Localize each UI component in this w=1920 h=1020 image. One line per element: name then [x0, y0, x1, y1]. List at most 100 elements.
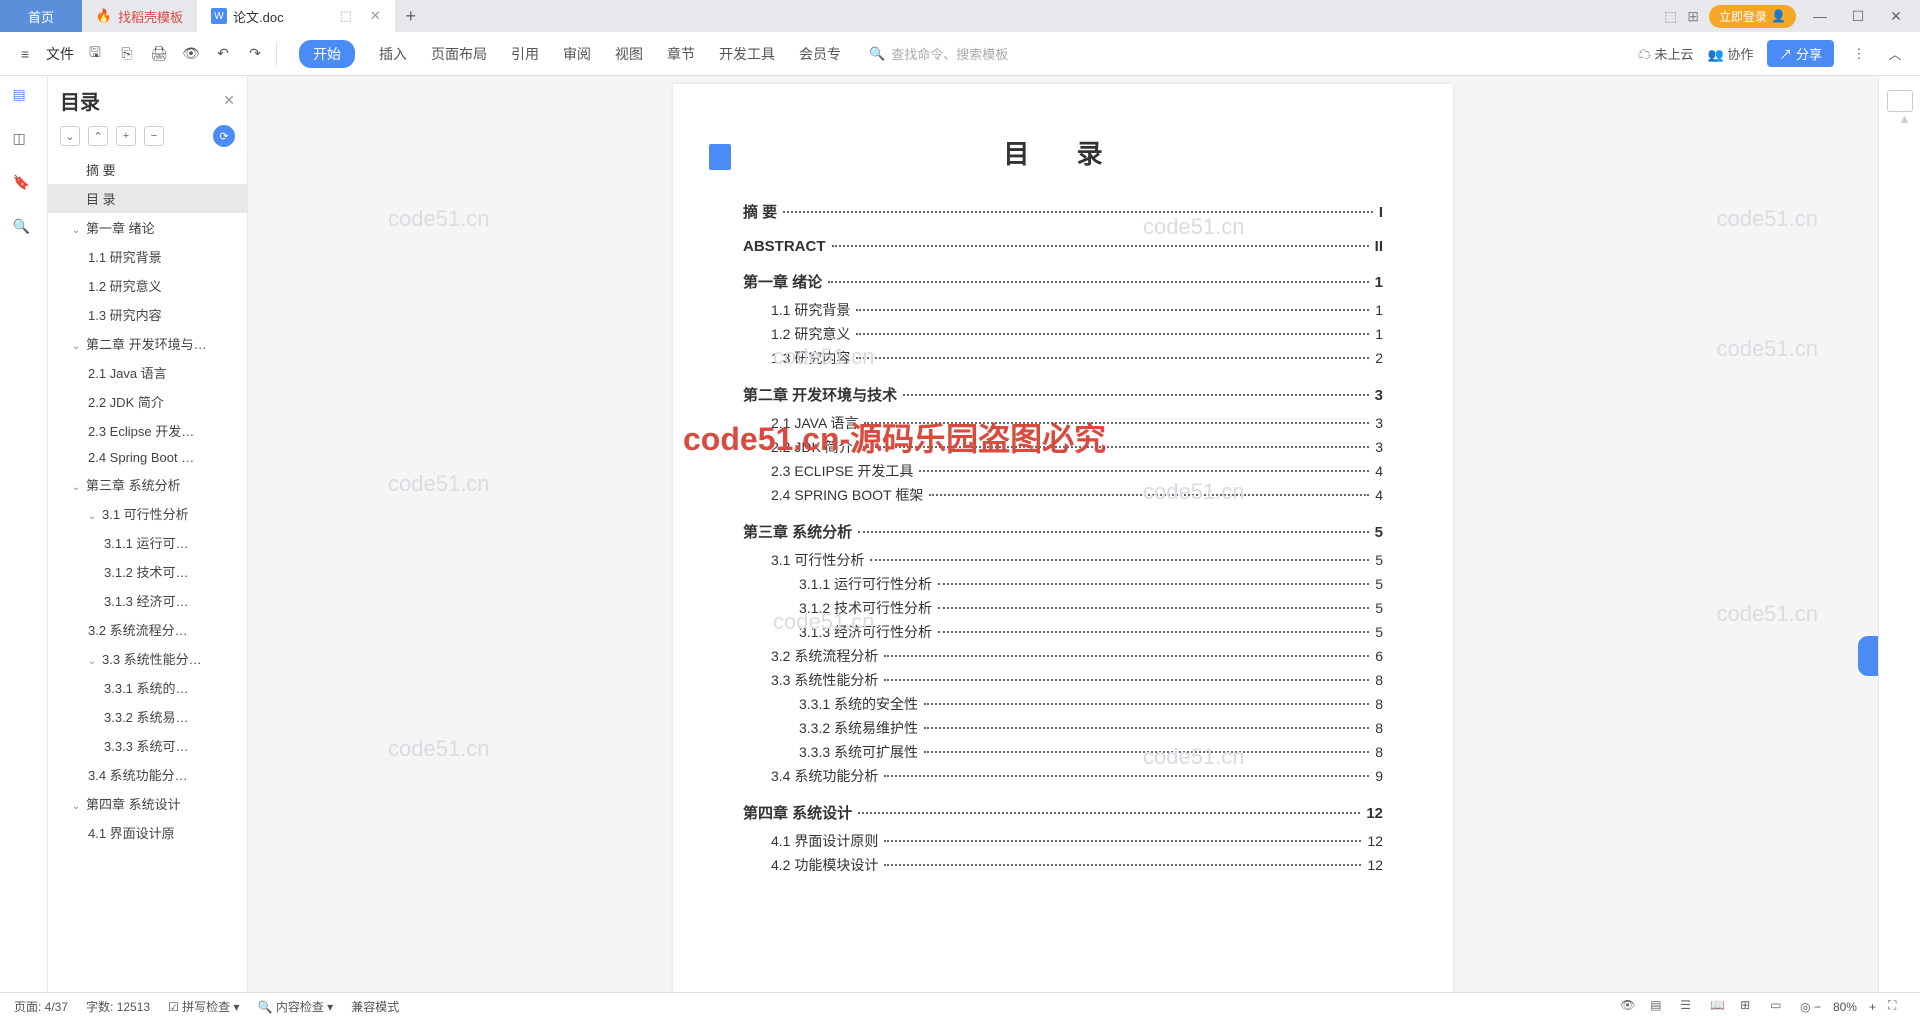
search-icon[interactable]: 🔍 — [13, 218, 35, 240]
outline-item[interactable]: 2.2 JDK 简介 — [48, 387, 247, 416]
more-icon[interactable]: ⋮ — [1848, 43, 1870, 65]
outline-item[interactable]: 3.1.3 经济可… — [48, 586, 247, 615]
view-web-icon[interactable]: ⊞ — [1740, 998, 1758, 1016]
properties-icon[interactable] — [1887, 90, 1913, 112]
zoom-level[interactable]: 80% — [1833, 1000, 1857, 1014]
view-print-icon[interactable]: ▭ — [1770, 998, 1788, 1016]
outline-tools: ⌄ ⌃ + − ⟳ — [48, 125, 247, 155]
preview-icon[interactable]: 👁 — [180, 43, 202, 65]
view-outline-icon[interactable]: ☰ — [1680, 998, 1698, 1016]
ribbon-tab[interactable]: 审阅 — [563, 40, 591, 68]
outline-item[interactable]: 4.1 界面设计原 — [48, 818, 247, 847]
nav-icon[interactable]: ◫ — [13, 130, 35, 152]
bookmark-icon[interactable]: 🔖 — [13, 174, 35, 196]
share-button[interactable]: ↗ 分享 — [1767, 40, 1834, 67]
outline-item[interactable]: 3.3.3 系统可… — [48, 731, 247, 760]
ribbon-tab[interactable]: 开始 — [299, 40, 355, 68]
menu-icon[interactable]: ≡ — [14, 43, 36, 65]
outline-item[interactable]: 3.3.1 系统的… — [48, 673, 247, 702]
login-button[interactable]: 立即登录👤 — [1709, 5, 1796, 28]
outline-item[interactable]: 1.3 研究内容 — [48, 300, 247, 329]
outline-item[interactable]: 1.1 研究背景 — [48, 242, 247, 271]
toc-entry: 3.1 可行性分析5 — [743, 550, 1383, 570]
undo-icon[interactable]: ↶ — [212, 43, 234, 65]
ribbon-tab[interactable]: 插入 — [379, 40, 407, 68]
close-panel-icon[interactable]: ✕ — [223, 92, 235, 109]
chevron-up-icon[interactable]: ︿ — [1884, 43, 1906, 65]
share-icon: ↗ — [1779, 47, 1792, 62]
toc-entry: 3.2 系统流程分析6 — [743, 646, 1383, 666]
close-button[interactable]: ✕ — [1882, 8, 1910, 25]
search-box[interactable]: 🔍查找命令、搜索模板 — [869, 44, 1008, 63]
fullscreen-icon[interactable]: ⛶ — [1888, 998, 1906, 1016]
toc-entry: 2.1 JAVA 语言3 — [743, 413, 1383, 433]
toc-entry: ABSTRACTII — [743, 238, 1383, 255]
maximize-button[interactable]: ☐ — [1844, 8, 1872, 25]
tab-monitor-icon[interactable]: ⬚ — [340, 8, 352, 24]
page-indicator[interactable]: 页面: 4/37 — [14, 998, 68, 1015]
watermark: code51.cn — [388, 206, 490, 232]
outline-item[interactable]: ⌄3.1 可行性分析 — [48, 499, 247, 528]
minimize-button[interactable]: — — [1806, 8, 1834, 24]
print-icon[interactable]: 🖨 — [148, 43, 170, 65]
status-bar: 页面: 4/37 字数: 12513 ☑ 拼写检查 ▾ 🔍 内容检查 ▾ 兼容模… — [0, 992, 1920, 1020]
tab-close-icon[interactable]: ✕ — [370, 8, 381, 24]
outline-item[interactable]: 3.1.1 运行可… — [48, 528, 247, 557]
outline-item[interactable]: ⌄第四章 系统设计 — [48, 789, 247, 818]
ribbon-tab[interactable]: 章节 — [667, 40, 695, 68]
word-count[interactable]: 字数: 12513 — [86, 998, 150, 1015]
outline-item[interactable]: ⌄3.3 系统性能分… — [48, 644, 247, 673]
page-title: 目 录 — [743, 134, 1383, 171]
remove-button[interactable]: − — [144, 126, 164, 146]
scroll-up-icon[interactable]: ▴ — [1901, 110, 1908, 127]
toc-entry: 1.2 研究意义1 — [743, 324, 1383, 344]
page-marker-icon — [709, 144, 731, 170]
outline-item[interactable]: 3.3.2 系统易… — [48, 702, 247, 731]
tab-home[interactable]: 首页 — [0, 0, 82, 32]
outline-item[interactable]: 3.1.2 技术可… — [48, 557, 247, 586]
ribbon-tab[interactable]: 开发工具 — [719, 40, 775, 68]
layout-icon[interactable]: ⬚ — [1664, 8, 1677, 25]
zoom-out-button[interactable]: ◎ − — [1800, 1000, 1821, 1014]
side-tab[interactable] — [1858, 636, 1878, 676]
outline-item[interactable]: 2.4 Spring Boot … — [48, 445, 247, 470]
view-read-icon[interactable]: 📖 — [1710, 998, 1728, 1016]
new-tab-button[interactable]: + — [395, 6, 427, 27]
outline-icon[interactable]: ▤ — [13, 86, 35, 108]
content-check[interactable]: 🔍 内容检查 ▾ — [258, 998, 334, 1015]
tab-document[interactable]: W论文.doc⬚✕ — [197, 0, 395, 32]
compat-mode[interactable]: 兼容模式 — [351, 998, 399, 1015]
ribbon-tab[interactable]: 引用 — [511, 40, 539, 68]
toc-entry: 3.3 系统性能分析8 — [743, 670, 1383, 690]
collapse-all-button[interactable]: ⌄ — [60, 126, 80, 146]
export-icon[interactable]: ⎘ — [116, 43, 138, 65]
collab-button[interactable]: 👥 协作 — [1708, 44, 1754, 63]
outline-item[interactable]: 目 录 — [48, 184, 247, 213]
spell-check[interactable]: ☑ 拼写检查 ▾ — [168, 998, 239, 1015]
apps-icon[interactable]: ⊞ — [1687, 8, 1699, 25]
outline-item[interactable]: 摘 要 — [48, 155, 247, 184]
ribbon-tab[interactable]: 会员专 — [799, 40, 841, 68]
cloud-status[interactable]: ☁ 未上云 — [1638, 44, 1694, 63]
zoom-in-button[interactable]: + — [1869, 1000, 1876, 1014]
add-button[interactable]: + — [116, 126, 136, 146]
eye-icon[interactable]: 👁 — [1620, 998, 1638, 1016]
sync-badge[interactable]: ⟳ — [213, 125, 235, 147]
outline-item[interactable]: ⌄第二章 开发环境与… — [48, 329, 247, 358]
outline-item[interactable]: ⌄第一章 绪论 — [48, 213, 247, 242]
save-icon[interactable]: 🖫 — [84, 43, 106, 65]
file-menu[interactable]: 文件 — [46, 44, 74, 64]
document-area[interactable]: code51.cn code51.cn code51.cn code51.cn … — [248, 76, 1878, 992]
view-page-icon[interactable]: ▤ — [1650, 998, 1668, 1016]
ribbon-tab[interactable]: 视图 — [615, 40, 643, 68]
outline-item[interactable]: 1.2 研究意义 — [48, 271, 247, 300]
ribbon-tab[interactable]: 页面布局 — [431, 40, 487, 68]
outline-item[interactable]: 3.2 系统流程分… — [48, 615, 247, 644]
outline-item[interactable]: 2.3 Eclipse 开发… — [48, 416, 247, 445]
outline-item[interactable]: 2.1 Java 语言 — [48, 358, 247, 387]
redo-icon[interactable]: ↷ — [244, 43, 266, 65]
outline-item[interactable]: 3.4 系统功能分… — [48, 760, 247, 789]
expand-all-button[interactable]: ⌃ — [88, 126, 108, 146]
tab-templates[interactable]: 🔥找稻壳模板 — [82, 0, 197, 32]
outline-item[interactable]: ⌄第三章 系统分析 — [48, 470, 247, 499]
